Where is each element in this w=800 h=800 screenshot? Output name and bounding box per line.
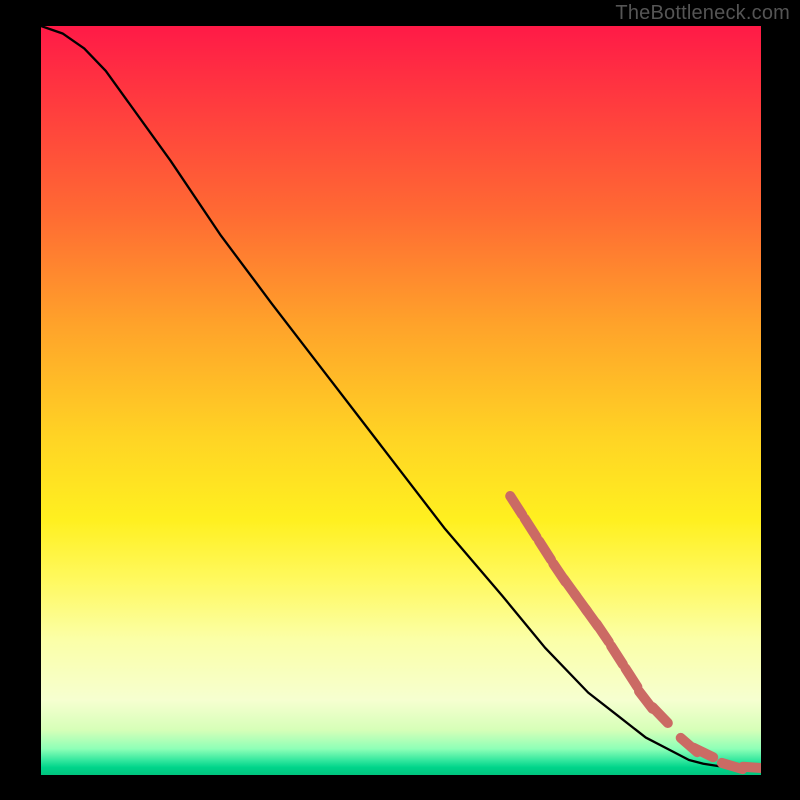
marker-point <box>525 518 537 537</box>
marker-point <box>596 623 608 641</box>
curve-layer <box>41 26 761 768</box>
marker-point <box>611 646 623 665</box>
marker-point <box>653 707 668 723</box>
watermark-text: TheBottleneck.com <box>615 2 790 25</box>
bottleneck-curve <box>41 26 761 768</box>
marker-point <box>510 496 522 515</box>
marker-point <box>539 541 551 560</box>
plot-svg <box>41 26 761 775</box>
marker-layer <box>510 496 761 769</box>
marker-point <box>743 767 761 768</box>
chart-frame: TheBottleneck.com <box>0 0 800 800</box>
plot-area <box>41 26 761 775</box>
marker-point <box>625 668 637 687</box>
